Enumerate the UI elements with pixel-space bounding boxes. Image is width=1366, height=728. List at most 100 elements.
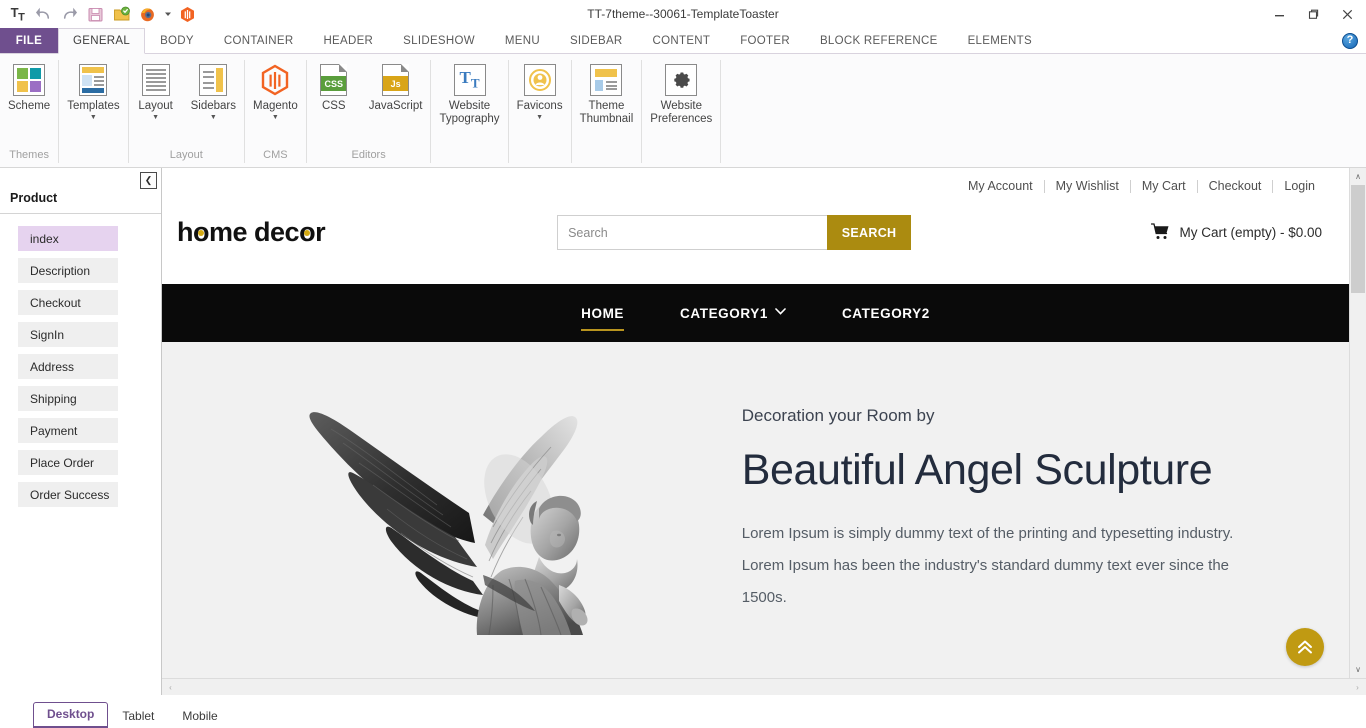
tab-sidebar[interactable]: SIDEBAR: [555, 28, 638, 53]
sidebar-item-signin[interactable]: SignIn: [18, 322, 118, 347]
tab-header[interactable]: HEADER: [308, 28, 388, 53]
horizontal-scroll-track[interactable]: [179, 679, 1349, 695]
link-checkout[interactable]: Checkout: [1198, 180, 1274, 193]
tab-footer[interactable]: FOOTER: [725, 28, 805, 53]
scroll-up-arrow[interactable]: ∧: [1350, 168, 1366, 185]
website-typography-label: Website Typography: [439, 100, 499, 126]
sidebar-item-checkout[interactable]: Checkout: [18, 290, 118, 315]
help-icon[interactable]: ?: [1342, 33, 1358, 49]
search-input[interactable]: [557, 215, 827, 250]
website-preferences-button[interactable]: Website Preferences: [642, 61, 720, 128]
scroll-to-top-button[interactable]: [1286, 628, 1324, 666]
ribbon-group-thumbnail: Theme Thumbnail: [572, 54, 642, 167]
ribbon-group-preferences: Website Preferences: [642, 54, 720, 167]
tab-file[interactable]: FILE: [0, 28, 58, 53]
sidebar-item-description[interactable]: Description: [18, 258, 118, 283]
export-folder-icon[interactable]: [111, 4, 132, 25]
scroll-down-arrow[interactable]: ∨: [1350, 661, 1366, 678]
site-search: SEARCH: [557, 215, 911, 250]
preview-dropdown-caret-icon[interactable]: [163, 4, 172, 25]
magento-button[interactable]: Magento ▼: [245, 61, 306, 124]
tab-tablet[interactable]: Tablet: [108, 704, 168, 728]
scheme-button[interactable]: Scheme: [0, 61, 58, 115]
tab-mobile[interactable]: Mobile: [168, 704, 231, 728]
site-navigation: HOME CATEGORY1 CATEGORY2: [162, 284, 1349, 342]
link-my-cart[interactable]: My Cart: [1131, 180, 1198, 193]
redo-icon[interactable]: [59, 4, 80, 25]
layout-label: Layout: [138, 100, 173, 113]
tab-body[interactable]: BODY: [145, 28, 209, 53]
site-header: home decor SEARCH: [162, 193, 1349, 284]
hero-image-column: [162, 385, 732, 635]
favicons-button[interactable]: Favicons ▼: [509, 61, 571, 124]
close-button[interactable]: [1330, 1, 1364, 27]
tab-general[interactable]: GENERAL: [58, 28, 145, 54]
group-label-layout: Layout: [129, 149, 244, 167]
sidebar-item-payment[interactable]: Payment: [18, 418, 118, 443]
sidebar-top: ❮: [0, 168, 161, 191]
sidebar-item-order-success[interactable]: Order Success: [18, 482, 118, 507]
nav-item-category2[interactable]: CATEGORY2: [814, 284, 958, 342]
window-controls: [1262, 0, 1366, 28]
tab-container[interactable]: CONTAINER: [209, 28, 309, 53]
scroll-left-arrow[interactable]: ‹: [162, 679, 179, 695]
theme-thumbnail-button[interactable]: Theme Thumbnail: [572, 61, 642, 128]
templates-button[interactable]: Templates ▼: [59, 61, 127, 124]
scroll-right-arrow[interactable]: ›: [1349, 679, 1366, 695]
angel-sculpture-image: [287, 385, 617, 635]
ribbon-group-editors: CSS CSS Js JavaScript Editors: [307, 54, 431, 167]
nav-item-category1[interactable]: CATEGORY1: [652, 284, 814, 342]
favicons-label: Favicons: [517, 100, 563, 113]
website-typography-button[interactable]: TT Website Typography: [431, 61, 507, 128]
layout-button[interactable]: Layout ▼: [129, 61, 183, 124]
tab-block-reference[interactable]: BLOCK REFERENCE: [805, 28, 953, 53]
preview-vertical-scrollbar[interactable]: ∧ ∨: [1349, 168, 1366, 678]
link-my-wishlist[interactable]: My Wishlist: [1045, 180, 1131, 193]
tab-elements[interactable]: ELEMENTS: [953, 28, 1047, 53]
vertical-scroll-track[interactable]: [1350, 185, 1366, 661]
nav-item-home[interactable]: HOME: [553, 284, 652, 342]
tab-desktop[interactable]: Desktop: [33, 702, 108, 728]
collapse-sidebar-button[interactable]: ❮: [140, 172, 157, 189]
sidebar-item-index[interactable]: index: [18, 226, 118, 251]
javascript-button[interactable]: Js JavaScript: [361, 61, 431, 115]
nav-category1-label: CATEGORY1: [680, 306, 768, 321]
tab-content[interactable]: CONTENT: [638, 28, 726, 53]
favicon-icon: [523, 63, 557, 97]
css-button[interactable]: CSS CSS: [307, 61, 361, 115]
magento-icon: [258, 63, 292, 97]
link-login[interactable]: Login: [1273, 180, 1327, 193]
layout-caret-icon[interactable]: ▼: [152, 114, 159, 122]
search-button[interactable]: SEARCH: [827, 215, 911, 250]
sidebar-item-place-order[interactable]: Place Order: [18, 450, 118, 475]
sidebars-button[interactable]: Sidebars ▼: [183, 61, 244, 124]
website-preview-canvas[interactable]: My Account My Wishlist My Cart Checkout …: [162, 168, 1349, 678]
undo-icon[interactable]: [33, 4, 54, 25]
sidebar-item-address[interactable]: Address: [18, 354, 118, 379]
magento-caret-icon[interactable]: ▼: [272, 114, 279, 122]
minimize-button[interactable]: [1262, 1, 1296, 27]
firefox-preview-icon[interactable]: [137, 4, 158, 25]
tab-slideshow[interactable]: SLIDESHOW: [388, 28, 490, 53]
save-icon[interactable]: [85, 4, 106, 25]
sidebars-caret-icon[interactable]: ▼: [210, 114, 217, 122]
hero-text-column: Decoration your Room by Beautiful Angel …: [732, 406, 1349, 614]
horizontal-scroll-thumb[interactable]: [179, 680, 1349, 694]
favicons-caret-icon[interactable]: ▼: [536, 114, 543, 122]
magento-icon[interactable]: [177, 4, 198, 25]
vertical-scroll-thumb[interactable]: [1351, 185, 1365, 293]
hero-eyebrow: Decoration your Room by: [742, 406, 1289, 426]
preview-horizontal-scrollbar[interactable]: ‹ ›: [162, 678, 1366, 695]
tab-menu[interactable]: MENU: [490, 28, 555, 53]
link-my-account[interactable]: My Account: [957, 180, 1045, 193]
sidebars-icon: [196, 63, 230, 97]
maximize-button[interactable]: [1296, 1, 1330, 27]
templates-caret-icon[interactable]: ▼: [90, 114, 97, 122]
gear-icon: [664, 63, 698, 97]
hero-title: Beautiful Angel Sculpture: [742, 444, 1289, 496]
cart-summary[interactable]: My Cart (empty) - $0.00: [1151, 223, 1327, 243]
group-label-preferences: [642, 149, 720, 167]
title-bar: TT: [0, 0, 1366, 28]
site-logo[interactable]: home decor: [177, 217, 325, 248]
sidebar-item-shipping[interactable]: Shipping: [18, 386, 118, 411]
